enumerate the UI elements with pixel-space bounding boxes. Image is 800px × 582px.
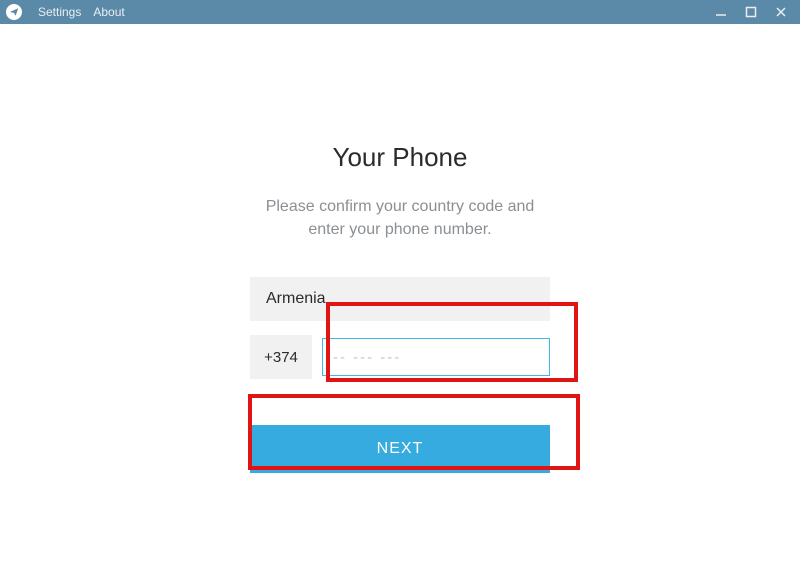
minimize-icon[interactable] bbox=[714, 5, 728, 19]
page-title: Your Phone bbox=[0, 142, 800, 173]
menu-settings[interactable]: Settings bbox=[38, 5, 81, 19]
country-code-field[interactable]: +374 bbox=[250, 335, 312, 379]
close-icon[interactable] bbox=[774, 5, 788, 19]
subtext-line-2: enter your phone number. bbox=[308, 221, 491, 238]
page-subtext: Please confirm your country code and ent… bbox=[0, 195, 800, 241]
titlebar-left: Settings About bbox=[6, 4, 125, 20]
phone-form: Armenia +374 NEXT bbox=[250, 277, 550, 473]
country-value: Armenia bbox=[266, 290, 326, 308]
next-button[interactable]: NEXT bbox=[250, 425, 550, 473]
phone-row: +374 bbox=[250, 335, 550, 379]
menu-about[interactable]: About bbox=[93, 5, 124, 19]
phone-number-input[interactable] bbox=[322, 338, 550, 376]
titlebar-controls bbox=[714, 5, 794, 19]
titlebar-menu: Settings About bbox=[38, 5, 125, 19]
phone-input-wrap bbox=[322, 335, 550, 379]
maximize-icon[interactable] bbox=[744, 5, 758, 19]
subtext-line-1: Please confirm your country code and bbox=[266, 198, 535, 215]
country-code-value: +374 bbox=[264, 349, 298, 366]
main-content: Your Phone Please confirm your country c… bbox=[0, 24, 800, 473]
country-select[interactable]: Armenia bbox=[250, 277, 550, 321]
window-titlebar: Settings About bbox=[0, 0, 800, 24]
app-icon bbox=[6, 4, 22, 20]
